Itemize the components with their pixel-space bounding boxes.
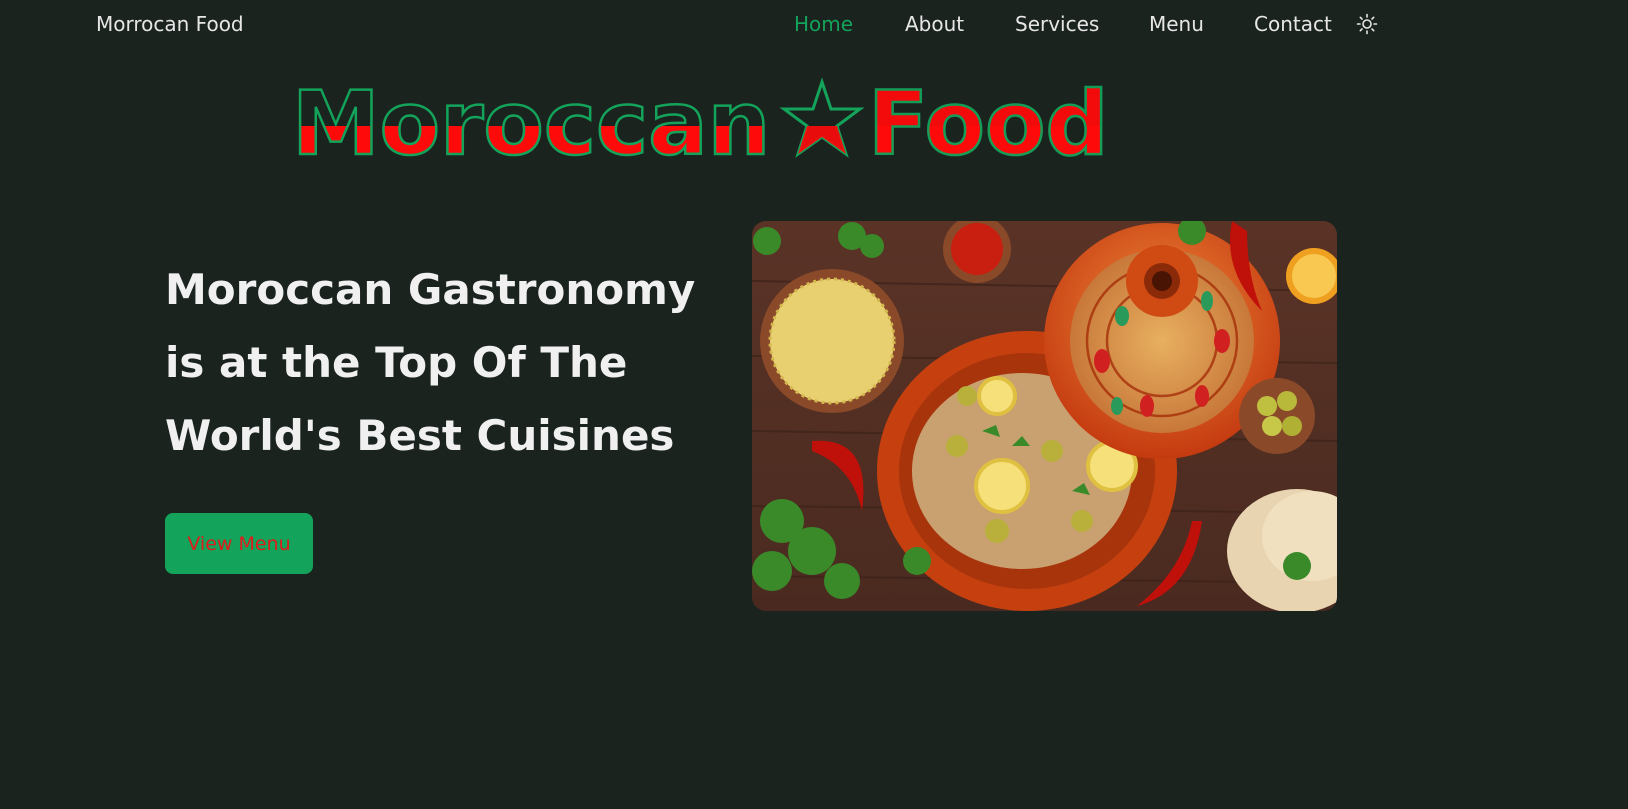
page: Morrocan Food Home About Services Menu C… xyxy=(0,0,1628,809)
nav-link-home[interactable]: Home xyxy=(794,12,853,36)
nav-link-contact[interactable]: Contact xyxy=(1254,12,1332,36)
brand-link[interactable]: Morrocan Food xyxy=(96,12,244,36)
logo-word-food: Food xyxy=(868,74,1108,164)
sun-icon[interactable] xyxy=(1356,13,1378,35)
view-menu-button[interactable]: View Menu xyxy=(165,513,313,574)
hero-title-line-2: is at the Top Of The xyxy=(165,338,628,387)
hero-title-line-1: Moroccan Gastronomy xyxy=(165,265,696,314)
tagine-dish-image xyxy=(752,221,1337,611)
logo-word-moroccan: Moroccan xyxy=(292,74,770,164)
hero-title-line-3: World's Best Cuisines xyxy=(165,411,675,460)
nav-link-about[interactable]: About xyxy=(905,12,964,36)
nav-link-menu[interactable]: Menu xyxy=(1149,12,1204,36)
hero-title: Moroccan Gastronomy is at the Top Of The… xyxy=(165,253,725,472)
nav-link-services[interactable]: Services xyxy=(1015,12,1099,36)
logo-heading: Moroccan Moroccan Food Food xyxy=(290,71,1110,177)
star-icon xyxy=(779,77,865,158)
